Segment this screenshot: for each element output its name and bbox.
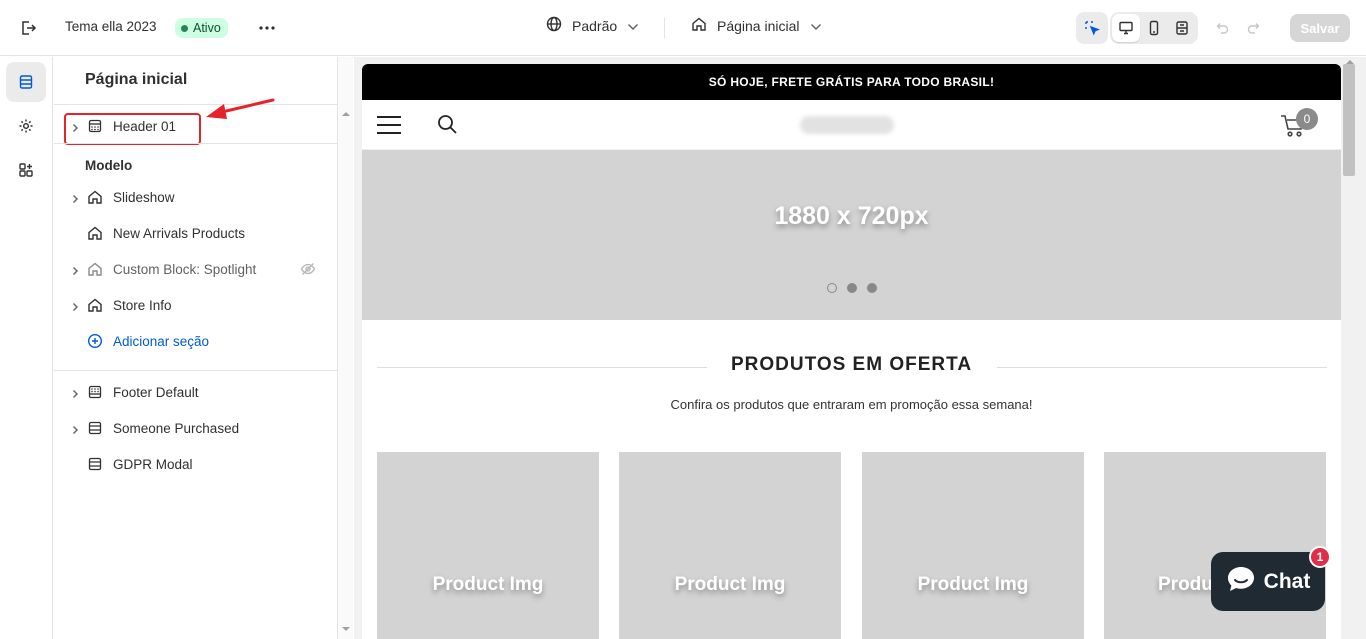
chat-button[interactable]: Chat <box>1211 552 1325 611</box>
redo-icon[interactable] <box>1238 12 1270 44</box>
eye-hidden-icon[interactable] <box>300 262 316 276</box>
plus-circle-icon <box>87 333 103 349</box>
slide-dot[interactable] <box>827 283 837 293</box>
undo-icon[interactable] <box>1206 12 1238 44</box>
footer-section-icon <box>87 384 103 400</box>
product-placeholder-text: Product Img <box>917 574 1029 595</box>
editor-topbar: Tema ella 2023 Ativo Padrão Página inici… <box>0 0 1366 56</box>
title-divider-right <box>997 367 1327 368</box>
section-row-slideshow[interactable]: Slideshow <box>54 179 337 215</box>
store-header[interactable] <box>362 100 1341 150</box>
home-icon <box>87 297 103 313</box>
apps-icon[interactable] <box>6 150 46 190</box>
store-preview[interactable]: SÓ HOJE, FRETE GRÁTIS PARA TODO BRASIL! … <box>362 64 1341 639</box>
section-row-custom-block[interactable]: Custom Block: Spotlight <box>54 251 337 287</box>
chat-notification-badge: 1 <box>1309 546 1331 568</box>
section-row-gdpr-modal[interactable]: GDPR Modal <box>54 446 337 482</box>
preview-scroll-thumb[interactable] <box>1343 64 1355 176</box>
section-label: Store Info <box>113 297 172 313</box>
section-label: Someone Purchased <box>113 420 240 436</box>
page-selector[interactable]: Página inicial <box>691 16 822 35</box>
chevron-down-icon <box>810 18 822 34</box>
home-icon <box>87 189 103 205</box>
home-icon <box>691 16 707 35</box>
section-icon <box>87 420 103 436</box>
fullscreen-icon[interactable] <box>1168 14 1196 42</box>
home-icon <box>87 261 103 277</box>
left-rail <box>0 57 53 639</box>
panel-divider <box>54 143 337 144</box>
chat-label: Chat <box>1263 569 1311 593</box>
topbar-divider <box>664 18 665 38</box>
section-icon <box>87 456 103 472</box>
panel-scrollbar[interactable] <box>338 57 353 639</box>
gear-icon[interactable] <box>6 106 46 146</box>
product-card[interactable]: Product Img <box>619 452 841 639</box>
annotation-arrow <box>206 98 275 119</box>
product-card[interactable]: Product Img <box>377 452 599 639</box>
cart-count-badge: 0 <box>1296 108 1318 130</box>
scroll-up-icon[interactable] <box>342 111 350 117</box>
section-label: New Arrivals Products <box>113 225 246 241</box>
slideshow-dots <box>827 283 877 293</box>
scroll-down-icon[interactable] <box>342 626 350 632</box>
sections-icon[interactable] <box>6 62 46 102</box>
template-selector[interactable]: Padrão <box>546 16 639 35</box>
page-title: Página inicial <box>85 71 188 88</box>
announcement-bar[interactable]: SÓ HOJE, FRETE GRÁTIS PARA TODO BRASIL! <box>362 64 1341 100</box>
panel-divider <box>54 370 337 371</box>
template-group-label: Modelo <box>85 158 133 173</box>
section-label: Custom Block: Spotlight <box>113 261 257 277</box>
chevron-right-icon[interactable] <box>71 192 80 203</box>
page-selector-label: Página inicial <box>717 17 800 34</box>
sections-panel: Página inicial Header 01 Modelo Slidesho… <box>54 57 338 639</box>
section-label: GDPR Modal <box>113 456 193 472</box>
section-row-new-arrivals[interactable]: New Arrivals Products <box>54 215 337 251</box>
slide-dot[interactable] <box>867 283 877 293</box>
section-label: Slideshow <box>113 189 175 205</box>
store-logo[interactable] <box>800 116 894 134</box>
device-switcher <box>1110 12 1198 44</box>
save-button[interactable]: Salvar <box>1290 14 1350 42</box>
slide-dot[interactable] <box>847 283 857 293</box>
search-icon[interactable] <box>437 114 457 139</box>
section-row-someone-purchased[interactable]: Someone Purchased <box>54 410 337 446</box>
chevron-right-icon[interactable] <box>71 300 80 311</box>
panel-divider <box>54 104 337 105</box>
theme-name: Tema ella 2023 <box>65 19 157 34</box>
inspector-toggle <box>1076 12 1108 44</box>
chevron-right-icon[interactable] <box>71 387 80 398</box>
hero-placeholder-text: 1880 x 720px <box>774 202 929 230</box>
chevron-down-icon <box>627 18 639 34</box>
status-badge: Ativo <box>175 18 228 38</box>
section-row-store-info[interactable]: Store Info <box>54 287 337 323</box>
more-options-icon[interactable] <box>255 14 279 42</box>
status-badge-label: Ativo <box>193 21 221 35</box>
home-icon <box>87 225 103 241</box>
hamburger-menu-icon[interactable] <box>376 115 402 140</box>
status-dot <box>181 24 188 32</box>
chat-bubble-icon <box>1226 565 1256 599</box>
desktop-icon[interactable] <box>1112 14 1140 42</box>
mobile-icon[interactable] <box>1140 14 1168 42</box>
chevron-right-icon[interactable] <box>71 423 80 434</box>
section-heading: PRODUTOS EM OFERTA <box>730 354 973 375</box>
section-subheading: Confira os produtos que entraram em prom… <box>670 397 1033 412</box>
product-card[interactable]: Product Img <box>862 452 1084 639</box>
exit-icon[interactable] <box>14 14 42 42</box>
history-controls <box>1206 12 1270 44</box>
highlight-box <box>64 113 201 145</box>
chevron-right-icon[interactable] <box>71 264 80 275</box>
add-section-label: Adicionar seção <box>113 333 210 349</box>
slideshow-hero[interactable]: 1880 x 720px <box>362 150 1341 320</box>
product-placeholder-text: Product Img <box>432 574 544 595</box>
select-cursor-icon[interactable] <box>1076 12 1108 44</box>
globe-icon <box>546 16 562 35</box>
product-placeholder-text: Product Img <box>674 574 786 595</box>
template-selector-label: Padrão <box>572 17 618 34</box>
section-label: Footer Default <box>113 384 199 400</box>
add-section-button[interactable]: Adicionar seção <box>54 323 337 359</box>
section-row-footer[interactable]: Footer Default <box>54 374 337 410</box>
